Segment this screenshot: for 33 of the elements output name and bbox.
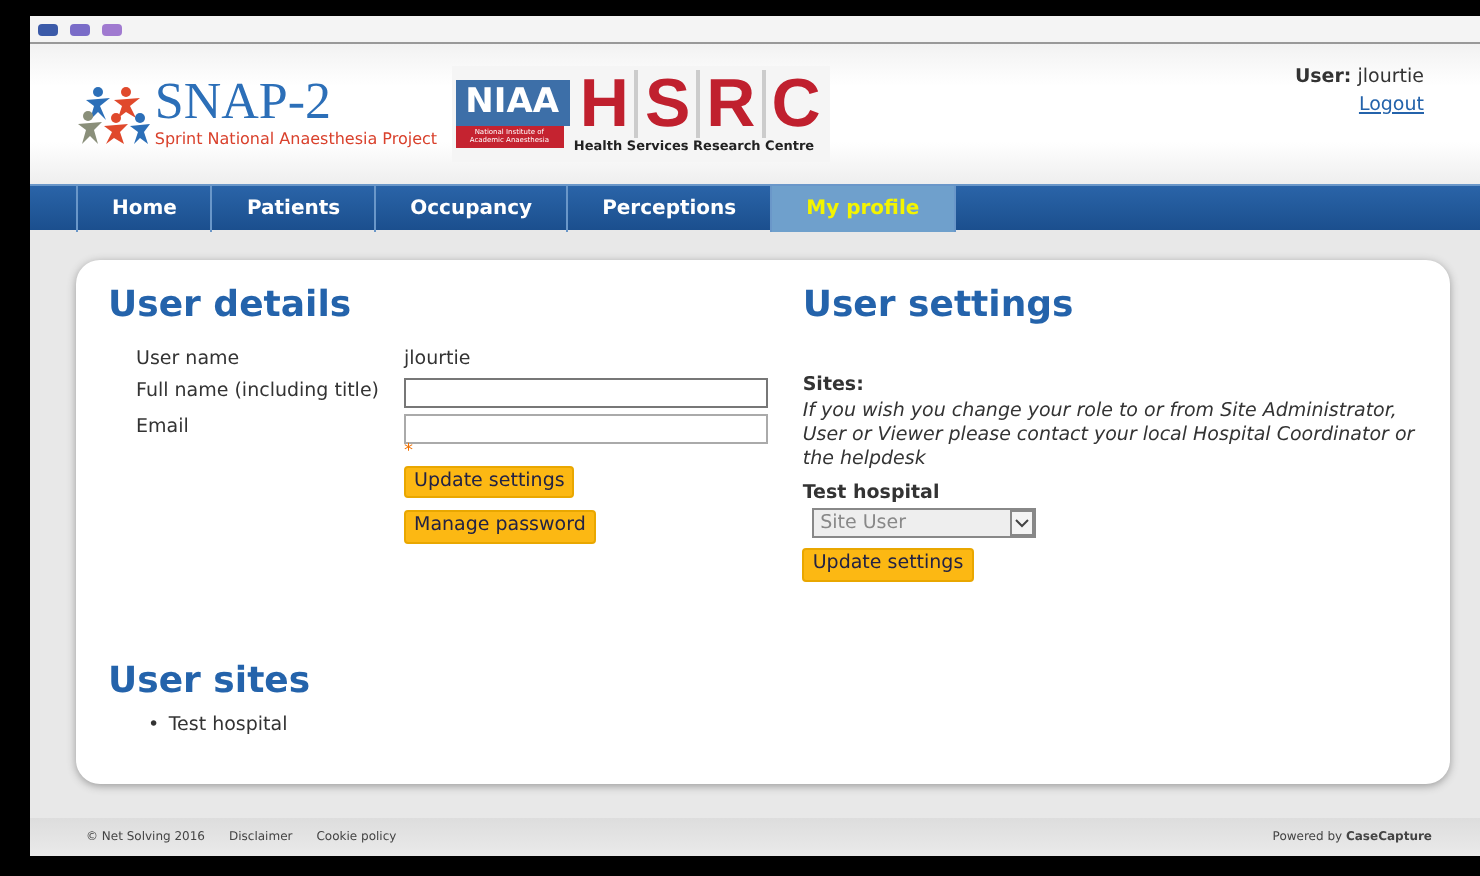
update-settings-button[interactable]: Update settings <box>802 548 974 582</box>
nav-tab[interactable]: Occupancy <box>374 186 567 232</box>
caret-icon <box>1010 510 1035 537</box>
hsrc-letter: C <box>771 70 823 139</box>
people-logo-icon <box>78 82 150 146</box>
action-button[interactable]: Update settings <box>404 465 575 499</box>
section-title: User details <box>108 284 354 328</box>
field-label: User name <box>136 346 242 375</box>
list-bullet: • <box>148 712 160 741</box>
niaa-logo: NIAA <box>455 80 570 126</box>
sites-label: Sites: <box>802 371 866 400</box>
nav-tab[interactable]: Patients <box>210 186 375 232</box>
section-title: User sites <box>108 659 313 703</box>
nav-tab[interactable]: Home <box>76 186 211 232</box>
input-field[interactable] <box>404 378 768 409</box>
user-name: jlourtie <box>1357 65 1424 87</box>
hsrc-letter: S <box>638 70 701 139</box>
field-label: Full name (including title) <box>136 378 381 407</box>
section-title: User settings <box>802 284 1076 328</box>
input-field[interactable] <box>404 413 768 444</box>
logo-subtitle: Sprint National Anaesthesia Project <box>154 128 438 152</box>
required-mark: * <box>404 443 415 462</box>
site-item: Test hospital <box>168 712 288 741</box>
field-label: Email <box>136 413 191 442</box>
role-note: If you wish you change your role to or from Site Administrator, User or Viewer please contact your local Hospital Coordinator or the helpdesk <box>802 399 1417 471</box>
action-button[interactable]: Manage password <box>404 510 596 544</box>
hsrc-letter: R <box>700 70 766 139</box>
user-label: User: <box>1294 65 1352 87</box>
logo-title: SNAP-2 <box>154 76 334 128</box>
field-value: jlourtie <box>404 348 471 371</box>
logout-link[interactable]: Logout <box>1358 93 1424 116</box>
hsrc-letter: H <box>573 70 639 139</box>
site-name: Test hospital <box>802 480 942 509</box>
